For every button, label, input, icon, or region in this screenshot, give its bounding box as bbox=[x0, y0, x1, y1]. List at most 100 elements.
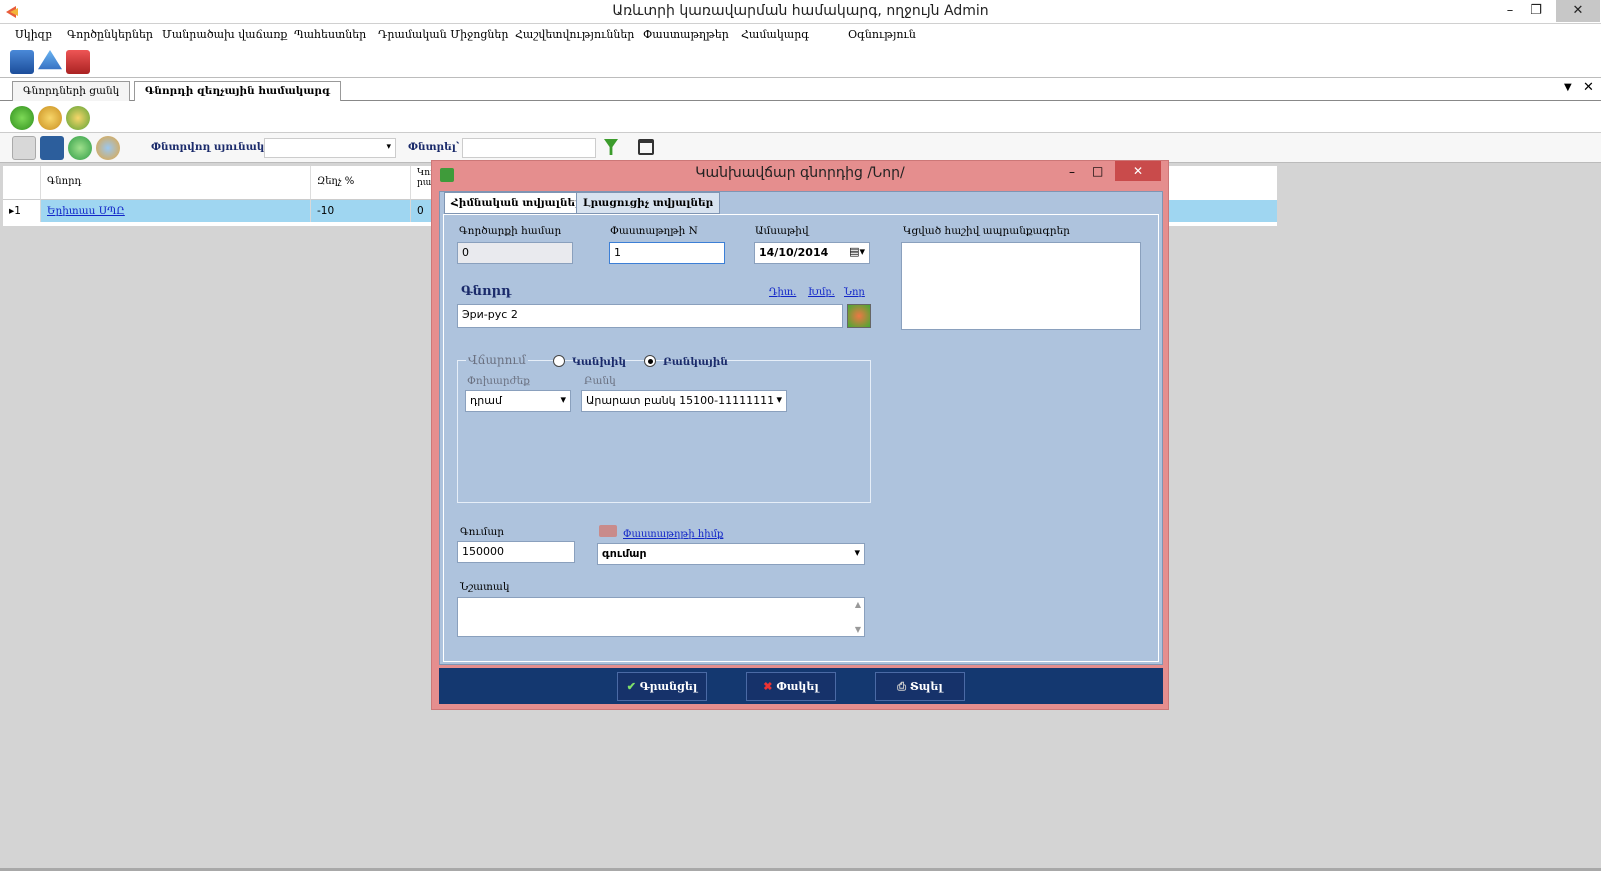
menu-system[interactable]: Համակարգ bbox=[741, 28, 809, 41]
buyer-link[interactable]: Երիտաս ՍՊԸ bbox=[41, 200, 311, 222]
window-close-button[interactable]: ✕ bbox=[1556, 0, 1600, 22]
printer-icon: ⎙ bbox=[897, 680, 907, 693]
row-header bbox=[3, 166, 41, 200]
tab-main-data[interactable]: Հիմնական տվյալներ bbox=[444, 192, 590, 214]
date-field[interactable]: 14/10/2014 ▤▾ bbox=[754, 242, 870, 264]
filter-icon[interactable] bbox=[604, 139, 618, 155]
date-label: Ամսաթիվ bbox=[755, 225, 809, 237]
calendar-icon[interactable]: ▤▾ bbox=[849, 245, 865, 258]
discount-cell: -10 bbox=[311, 200, 411, 222]
currency-label: Փոխարժեք bbox=[467, 375, 530, 387]
cash-radio-label[interactable]: Կանխիկ bbox=[572, 356, 626, 368]
menu-start[interactable]: Սկիզբ bbox=[15, 28, 52, 41]
dialog-title: Կանխավճար գնորդից /Նոր/ bbox=[695, 165, 905, 181]
dialog-close-button[interactable]: ✕ bbox=[1115, 161, 1161, 181]
bank-label: Բանկ bbox=[584, 375, 616, 387]
bank-radio-label[interactable]: Բանկային bbox=[663, 356, 728, 368]
main-data-page: Գործարքի համար 0 Փաստաթղթի N 1 Ամսաթիվ 1… bbox=[443, 214, 1159, 662]
search-label: Փնտրել՝ bbox=[408, 141, 460, 153]
amount-field[interactable]: 150000 bbox=[457, 541, 575, 563]
print-button-label: Տպել bbox=[909, 680, 943, 693]
tabs-close-icon[interactable]: ✕ bbox=[1583, 80, 1594, 95]
buyer-view-link[interactable]: Դիտ. bbox=[769, 287, 796, 298]
print-button[interactable]: ⎙ Տպել bbox=[875, 672, 965, 701]
search-toolbar: Փնտրվող սյունակ՝ ▾ Փնտրել՝ bbox=[0, 133, 1601, 163]
users-icon[interactable] bbox=[96, 136, 120, 160]
scroll-up-icon[interactable]: ▲ bbox=[855, 600, 861, 609]
save-button-label: Գրանցել bbox=[639, 680, 698, 693]
chevron-down-icon: ▾ bbox=[386, 142, 391, 152]
check-icon: ✔ bbox=[626, 680, 636, 693]
buyer-label: Գնորդ bbox=[461, 284, 512, 299]
basis-value: գումար bbox=[602, 547, 647, 560]
shop-icon[interactable] bbox=[66, 50, 90, 74]
buyer-new-link[interactable]: Նոր bbox=[844, 287, 865, 298]
tab-buyer-discount[interactable]: Գնորդի զեղչային համակարգ bbox=[134, 81, 342, 102]
buyer-picker-icon[interactable] bbox=[847, 304, 871, 328]
bank-select[interactable]: Արարատ բանկ 15100-11111111 bbox=[581, 390, 787, 412]
comment-label: Նշատակ bbox=[460, 581, 510, 593]
save-button[interactable]: ✔ Գրանցել bbox=[617, 672, 707, 701]
row-marker: ▸1 bbox=[3, 200, 41, 222]
column-header-discount[interactable]: Զեղչ % bbox=[311, 166, 411, 200]
menu-reports[interactable]: Հաշվետվություններ bbox=[515, 28, 634, 41]
delete-icon[interactable] bbox=[66, 106, 90, 130]
dialog-maximize-button[interactable]: □ bbox=[1092, 164, 1103, 178]
amount-label: Գումար bbox=[460, 526, 505, 538]
menu-bar: Սկիզբ Գործընկերներ Մանրածախ վաճառք Պահես… bbox=[0, 24, 1601, 46]
search-input[interactable] bbox=[462, 138, 596, 158]
clear-icon[interactable] bbox=[12, 136, 36, 160]
quick-toolbar bbox=[0, 46, 1601, 78]
buyer-edit-link[interactable]: Խմբ. bbox=[808, 287, 835, 298]
basis-select[interactable]: գումար bbox=[597, 543, 865, 565]
comment-field[interactable]: ▲ ▼ bbox=[457, 597, 865, 637]
play-icon[interactable] bbox=[68, 136, 92, 160]
doc-basis-link[interactable]: Փաստաթղթի հիմք bbox=[623, 529, 723, 540]
payment-label: Վճարում bbox=[466, 353, 528, 367]
menu-cash[interactable]: Դրամական Միջոցներ bbox=[378, 28, 508, 41]
op-number-label: Գործարքի համար bbox=[459, 225, 562, 237]
refresh-icon[interactable] bbox=[40, 136, 64, 160]
book-icon bbox=[599, 525, 617, 537]
close-button[interactable]: ✖ Փակել bbox=[746, 672, 836, 701]
menu-partners[interactable]: Գործընկերներ bbox=[67, 28, 153, 41]
menu-help[interactable]: Օգնություն bbox=[848, 28, 916, 41]
tabs-dropdown-icon[interactable]: ▼ bbox=[1564, 82, 1572, 93]
currency-select[interactable]: դրամ bbox=[465, 390, 571, 412]
restore-button[interactable]: ❐ bbox=[1514, 0, 1558, 22]
menu-documents[interactable]: Փաստաթղթեր bbox=[643, 28, 729, 41]
cash-radio[interactable] bbox=[553, 355, 565, 367]
close-button-label: Փակել bbox=[776, 680, 819, 693]
action-toolbar bbox=[0, 101, 1601, 133]
dialog-button-bar: ✔ Գրանցել ✖ Փակել ⎙ Տպել bbox=[439, 668, 1163, 704]
add-icon[interactable] bbox=[10, 106, 34, 130]
bank-value: Արարատ բանկ 15100-11111111 bbox=[586, 394, 775, 407]
attached-invoices-label: Կցված հաշիվ ապրանքագրեր bbox=[903, 225, 1070, 237]
column-header-buyer[interactable]: Գնորդ bbox=[41, 166, 311, 200]
dialog-minimize-button[interactable]: – bbox=[1069, 165, 1075, 179]
date-value: 14/10/2014 bbox=[759, 246, 829, 259]
menu-warehouses[interactable]: Պահեստներ bbox=[294, 28, 366, 41]
menu-retail[interactable]: Մանրածախ վաճառք bbox=[162, 28, 287, 41]
title-bar: Առևտրի կառավարման համակարգ, ողջույն Admi… bbox=[0, 0, 1601, 24]
cross-icon: ✖ bbox=[763, 680, 773, 693]
search-column-select[interactable]: ▾ bbox=[264, 138, 396, 158]
bank-radio[interactable] bbox=[644, 355, 656, 367]
dialog-body: Հիմնական տվյալներ Լրացուցիչ տվյալներ Գոր… bbox=[439, 191, 1163, 665]
tab-buyers-list[interactable]: Գնորդների ցանկ bbox=[12, 81, 131, 101]
prepayment-dialog: Կանխավճար գնորդից /Նոր/ – □ ✕ Հիմնական տ… bbox=[431, 160, 1169, 710]
op-number-field[interactable]: 0 bbox=[457, 242, 573, 264]
tab-extra-data[interactable]: Լրացուցիչ տվյալներ bbox=[576, 192, 721, 214]
buyer-field[interactable]: Эри-рус 2 bbox=[457, 304, 843, 328]
doc-number-label: Փաստաթղթի N bbox=[610, 225, 698, 237]
pyramid-icon[interactable] bbox=[38, 50, 62, 70]
scroll-down-icon[interactable]: ▼ bbox=[855, 625, 861, 634]
attached-invoices-field[interactable] bbox=[901, 242, 1141, 330]
currency-value: դրամ bbox=[470, 394, 502, 407]
search-column-label: Փնտրվող սյունակ՝ bbox=[151, 141, 268, 153]
edit-icon[interactable] bbox=[38, 106, 62, 130]
warehouse-icon[interactable] bbox=[10, 50, 34, 74]
hierarchy-icon[interactable] bbox=[638, 139, 654, 155]
doc-number-field[interactable]: 1 bbox=[609, 242, 725, 264]
document-tabs: Գնորդների ցանկ Գնորդի զեղչային համակարգ … bbox=[0, 78, 1601, 102]
